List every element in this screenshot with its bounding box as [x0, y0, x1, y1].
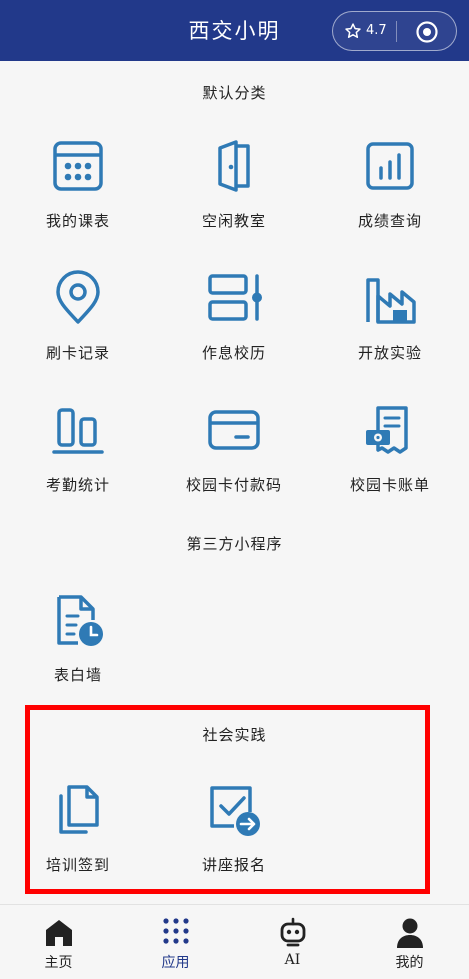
app-item-card-bill[interactable]: 校园卡账单 [312, 402, 468, 532]
app-label: 校园卡账单 [349, 476, 430, 494]
app-label: 表白墙 [53, 666, 102, 684]
schedule-slider-icon [208, 274, 262, 321]
calendar-icon [53, 141, 103, 191]
app-item-lecture-signup[interactable]: 讲座报名 [156, 782, 312, 912]
tab-label: AI [284, 952, 301, 968]
app-item-attendance[interactable]: 考勤统计 [0, 402, 156, 532]
app-label: 成绩查询 [357, 212, 422, 230]
app-item-open-lab[interactable]: 开放实验 [312, 270, 468, 400]
door-icon [218, 140, 250, 192]
factory-icon [366, 278, 416, 324]
document-clock-icon [57, 595, 103, 646]
rating-value: 4.7 [366, 23, 387, 38]
app-item-card-payment-code[interactable]: 校园卡付款码 [156, 402, 312, 532]
tab-ai[interactable]: AI [234, 905, 351, 979]
tab-mine[interactable]: 我的 [351, 905, 468, 979]
app-label: 作息校历 [201, 344, 266, 362]
app-label: 空闲教室 [201, 212, 266, 230]
tab-label: 应用 [161, 955, 190, 971]
bill-icon [366, 406, 408, 454]
capsule-divider [396, 21, 397, 42]
card-icon [208, 410, 260, 450]
app-item-school-calendar[interactable]: 作息校历 [156, 270, 312, 400]
bottom-tab-bar: 主页 应用 AI 我的 [0, 904, 469, 979]
app-label: 考勤统计 [45, 476, 110, 494]
app-item-free-classroom[interactable]: 空闲教室 [156, 138, 312, 268]
app-item-confession-wall[interactable]: 表白墙 [0, 592, 156, 722]
top-bar: 西交小明 4.7 [0, 0, 469, 61]
app-label: 开放实验 [357, 344, 422, 362]
app-label: 培训签到 [45, 856, 110, 874]
app-label: 校园卡付款码 [185, 476, 282, 494]
robot-icon [280, 917, 306, 947]
app-item-training-checkin[interactable]: 培训签到 [0, 782, 156, 912]
user-icon [397, 918, 423, 948]
bar-chart-icon [366, 142, 414, 190]
tab-label: 主页 [44, 955, 73, 971]
section-title-third-party: 第三方小程序 [186, 535, 283, 553]
mini-program-capsule: 4.7 [332, 11, 457, 51]
tab-label: 我的 [395, 955, 424, 971]
section-title-default: 默认分类 [202, 84, 267, 102]
app-item-grades[interactable]: 成绩查询 [312, 138, 468, 268]
home-icon [46, 920, 72, 946]
close-target-icon[interactable] [415, 20, 439, 44]
section-title-social: 社会实践 [202, 726, 267, 744]
checkbox-arrow-icon [210, 786, 260, 836]
star-icon[interactable] [344, 22, 362, 40]
app-item-timetable[interactable]: 我的课表 [0, 138, 156, 268]
tab-home[interactable]: 主页 [0, 905, 117, 979]
apps-grid-icon [163, 918, 189, 944]
app-item-card-records[interactable]: 刷卡记录 [0, 270, 156, 400]
app-label: 我的课表 [45, 212, 110, 230]
app-label: 刷卡记录 [45, 344, 110, 362]
tab-apps[interactable]: 应用 [117, 905, 234, 979]
copy-documents-icon [59, 785, 99, 834]
location-pin-icon [56, 270, 100, 324]
attendance-bars-icon [52, 408, 104, 454]
app-label: 讲座报名 [201, 856, 266, 874]
